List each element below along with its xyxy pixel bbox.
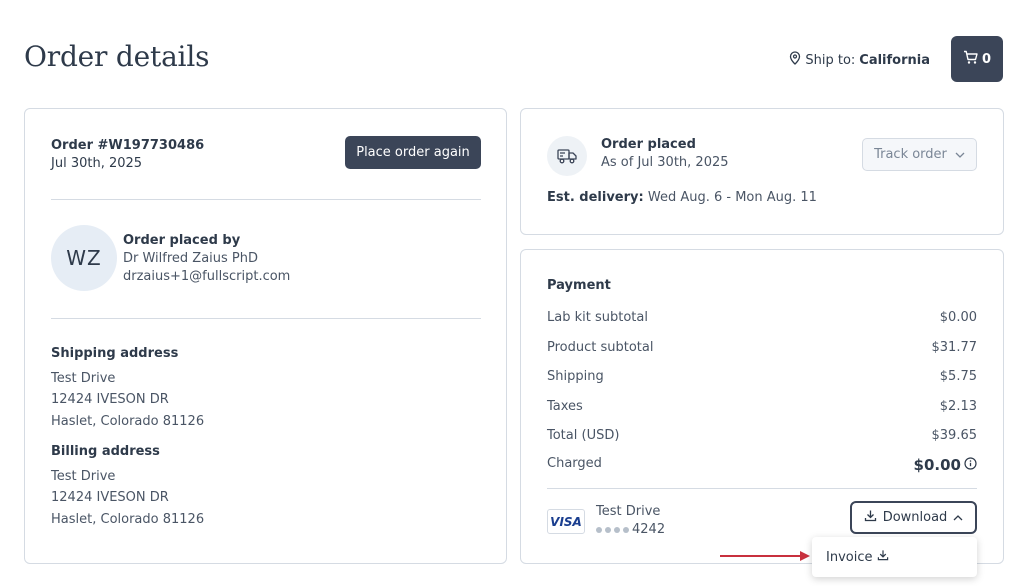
track-order-button[interactable]: Track order [862, 138, 977, 171]
payment-row: Shipping $5.75 [547, 369, 977, 384]
billing-address-line: Test Drive [51, 469, 116, 484]
payment-row-label: Shipping [547, 369, 604, 384]
download-icon [877, 549, 889, 565]
download-icon [864, 509, 877, 526]
billing-address-line: Haslet, Colorado 81126 [51, 512, 205, 527]
download-button[interactable]: Download [850, 501, 977, 534]
chevron-up-icon [953, 510, 963, 525]
estimated-delivery: Est. delivery: Wed Aug. 6 - Mon Aug. 11 [547, 190, 817, 205]
download-dropdown-menu: Invoice [812, 537, 977, 577]
cart-button[interactable]: 0 [951, 36, 1003, 82]
shipping-address-line: Test Drive [51, 371, 116, 386]
divider [51, 318, 481, 319]
visa-card-icon: VISA [547, 509, 585, 534]
location-pin-icon [789, 51, 801, 69]
invoice-menu-item[interactable]: Invoice [826, 549, 889, 565]
payment-row: Product subtotal $31.77 [547, 340, 977, 355]
cart-icon [963, 50, 979, 69]
ship-to-selector[interactable]: Ship to: California [789, 51, 930, 69]
payment-row-amount: $5.75 [939, 369, 977, 384]
payment-row-charged: Charged $0.00 [547, 456, 977, 474]
payment-row: Total (USD) $39.65 [547, 428, 977, 443]
payment-row: Lab kit subtotal $0.00 [547, 310, 977, 325]
order-status-date: As of Jul 30th, 2025 [601, 155, 729, 170]
shipping-address-title: Shipping address [51, 346, 179, 361]
cart-count: 0 [981, 51, 992, 67]
billing-address-title: Billing address [51, 444, 160, 459]
payment-row-amount: $0.00 [939, 310, 977, 325]
charged-amount-value: $0.00 [913, 456, 961, 474]
info-icon[interactable] [964, 456, 977, 474]
invoice-label: Invoice [826, 549, 873, 565]
payment-row-label: Product subtotal [547, 340, 654, 355]
chevron-down-icon [955, 147, 965, 162]
avatar: WZ [51, 225, 117, 291]
shipping-address-line: Haslet, Colorado 81126 [51, 414, 205, 429]
payment-row-label: Total (USD) [547, 428, 620, 443]
divider [547, 488, 977, 489]
ship-to-label: Ship to: [805, 52, 856, 68]
page-title: Order details [24, 40, 210, 73]
download-label: Download [882, 510, 948, 525]
annotation-arrow [720, 551, 810, 561]
payment-card: Payment Lab kit subtotal $0.00 Product s… [520, 249, 1004, 564]
order-date: Jul 30th, 2025 [51, 156, 143, 171]
payment-row-amount: $2.13 [939, 399, 977, 414]
place-order-again-button[interactable]: Place order again [345, 136, 481, 169]
placed-by-title: Order placed by [123, 233, 241, 248]
card-holder-name: Test Drive [596, 504, 661, 519]
track-order-label: Track order [874, 147, 947, 162]
shipping-address-line: 12424 IVESON DR [51, 392, 169, 407]
truck-icon [547, 136, 587, 176]
payment-row-label: Lab kit subtotal [547, 310, 648, 325]
charged-amount: $0.00 [914, 456, 977, 474]
placed-by-email: drzaius+1@fullscript.com [123, 269, 291, 284]
payment-title: Payment [547, 278, 611, 293]
payment-row-label: Charged [547, 456, 602, 471]
payment-row-amount: $31.77 [931, 340, 978, 355]
payment-row-amount: $39.65 [931, 428, 978, 443]
order-status-card: Order placed As of Jul 30th, 2025 Track … [520, 108, 1004, 235]
card-last4: 4242 [632, 522, 666, 537]
est-delivery-value: Wed Aug. 6 - Mon Aug. 11 [647, 190, 817, 205]
order-number: Order #W197730486 [51, 138, 205, 153]
ship-to-value: California [859, 52, 930, 68]
order-summary-card: Order #W197730486 Jul 30th, 2025 Place o… [24, 108, 507, 564]
est-delivery-label: Est. delivery: [547, 190, 644, 205]
billing-address-line: 12424 IVESON DR [51, 490, 169, 505]
payment-row: Taxes $2.13 [547, 399, 977, 414]
payment-row-label: Taxes [547, 399, 583, 414]
divider [51, 199, 481, 200]
order-status-title: Order placed [601, 137, 696, 152]
card-number-masked: 4242 [596, 522, 665, 537]
placed-by-name: Dr Wilfred Zaius PhD [123, 251, 259, 266]
